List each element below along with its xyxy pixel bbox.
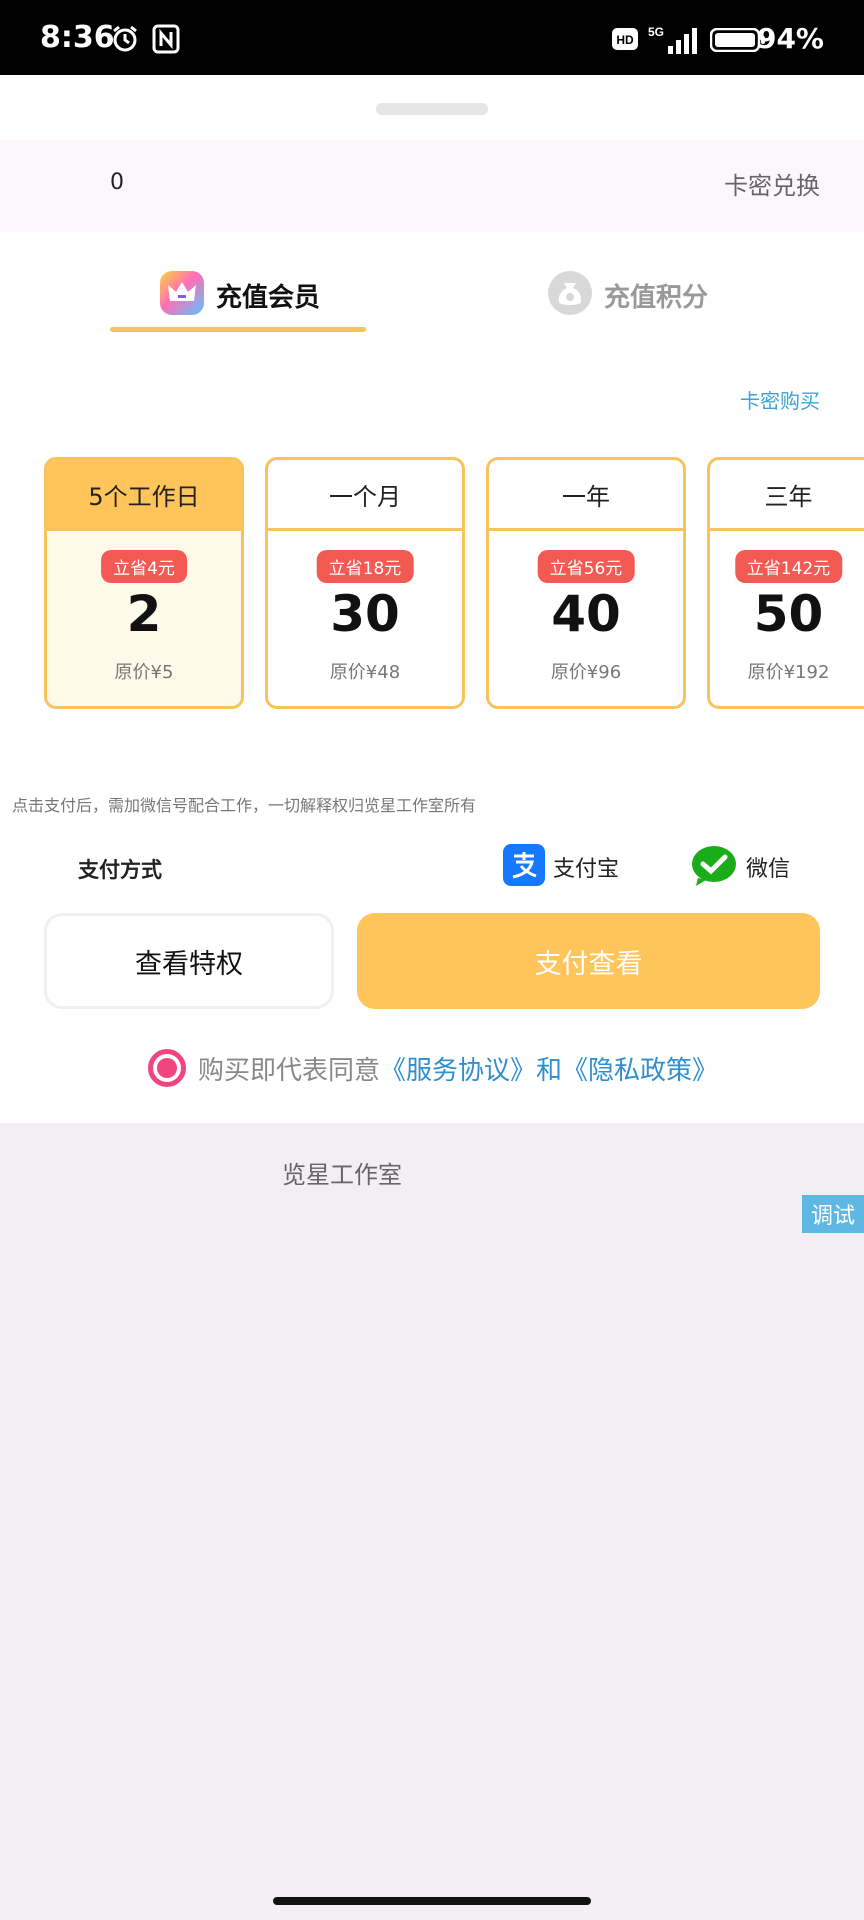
alipay-icon bbox=[503, 844, 545, 890]
plan-price: 40 bbox=[551, 585, 621, 643]
redeem-card-button[interactable]: 卡密兑换 bbox=[724, 166, 820, 201]
balance-bar: 0 卡密兑换 bbox=[0, 140, 864, 232]
status-time: 8:36 bbox=[40, 20, 115, 55]
agreement-row: 购买即代表同意 《服务协议》 和 《隐私政策》 bbox=[148, 1045, 718, 1091]
hd-icon: HD bbox=[612, 28, 638, 54]
save-badge: 立省4元 bbox=[101, 550, 187, 583]
tab-bar: 充值会员 充值积分 bbox=[0, 267, 864, 357]
plan-price: 30 bbox=[330, 585, 400, 643]
payment-method-label: 支付方式 bbox=[78, 858, 162, 882]
nfc-icon bbox=[152, 24, 180, 58]
agreement-and: 和 bbox=[536, 1055, 563, 1086]
plan-card-one-month[interactable]: 一个月 立省18元 30 原价¥48 bbox=[265, 457, 465, 709]
plan-name: 一个月 bbox=[268, 460, 462, 531]
wechat-option[interactable]: 微信 bbox=[690, 844, 790, 890]
original-price: 原价¥192 bbox=[747, 662, 830, 683]
payment-method-row: 支付方式 支付宝 微信 bbox=[0, 840, 864, 896]
tab-member-label: 充值会员 bbox=[216, 283, 321, 313]
save-badge: 立省142元 bbox=[734, 550, 843, 583]
recharge-sheet: 0 卡密兑换 充值会员 充值积分 卡密购买 5个工作日 立省4元 2 原价¥5 … bbox=[0, 75, 864, 1123]
active-tab-indicator bbox=[110, 327, 366, 332]
original-price: 原价¥5 bbox=[114, 662, 174, 683]
agreement-radio[interactable] bbox=[148, 1049, 186, 1087]
tab-member-recharge[interactable]: 充值会员 bbox=[160, 267, 320, 357]
drag-handle[interactable] bbox=[376, 103, 488, 115]
footer-brand: 览星工作室 bbox=[282, 1161, 402, 1189]
agreement-prefix: 购买即代表同意 bbox=[198, 1055, 381, 1086]
alipay-option[interactable]: 支付宝 bbox=[503, 844, 619, 890]
plan-card-three-years[interactable]: 三年 立省142元 50 原价¥192 bbox=[707, 457, 864, 709]
save-badge: 立省18元 bbox=[316, 550, 414, 583]
tab-points-label: 充值积分 bbox=[604, 283, 709, 313]
plan-card-5-days[interactable]: 5个工作日 立省4元 2 原价¥5 bbox=[44, 457, 244, 709]
battery-percentage: 94% bbox=[756, 22, 824, 55]
plan-name: 5个工作日 bbox=[47, 460, 241, 531]
wechat-pay-icon bbox=[690, 844, 738, 890]
home-indicator[interactable] bbox=[273, 1897, 591, 1905]
plan-card-one-year[interactable]: 一年 立省56元 40 原价¥96 bbox=[486, 457, 686, 709]
plan-price: 2 bbox=[126, 585, 162, 643]
balance-value: 0 bbox=[110, 170, 124, 195]
plan-list: 5个工作日 立省4元 2 原价¥5 一个月 立省18元 30 原价¥48 一年 … bbox=[44, 457, 864, 709]
plan-name: 一年 bbox=[489, 460, 683, 531]
crown-icon bbox=[160, 271, 204, 315]
debug-button[interactable]: 调试 bbox=[802, 1195, 864, 1233]
money-bag-icon bbox=[548, 271, 592, 315]
buy-card-link[interactable]: 卡密购买 bbox=[740, 385, 820, 414]
service-agreement-link[interactable]: 《服务协议》 bbox=[380, 1050, 536, 1087]
alarm-icon bbox=[110, 24, 140, 58]
signal-icon: 5G bbox=[646, 24, 698, 60]
svg-text:HD: HD bbox=[616, 33, 634, 47]
radio-checked-dot bbox=[157, 1058, 177, 1078]
original-price: 原价¥96 bbox=[550, 662, 622, 683]
plan-name: 三年 bbox=[710, 460, 864, 531]
tab-points-recharge[interactable]: 充值积分 bbox=[548, 267, 708, 357]
svg-text:5G: 5G bbox=[648, 25, 664, 39]
status-bar: 8:36 HD 5G 94% bbox=[0, 0, 864, 75]
original-price: 原价¥48 bbox=[329, 662, 401, 683]
privacy-policy-link[interactable]: 《隐私政策》 bbox=[562, 1050, 718, 1087]
payment-notice: 点击支付后，需加微信号配合工作，一切解释权归览星工作室所有 bbox=[12, 796, 477, 815]
view-privileges-button[interactable]: 查看特权 bbox=[44, 913, 334, 1009]
plan-price: 50 bbox=[753, 585, 824, 643]
alipay-label: 支付宝 bbox=[553, 857, 620, 882]
save-badge: 立省56元 bbox=[537, 550, 635, 583]
pay-view-button[interactable]: 支付查看 bbox=[357, 913, 820, 1009]
wechat-label: 微信 bbox=[746, 857, 791, 882]
